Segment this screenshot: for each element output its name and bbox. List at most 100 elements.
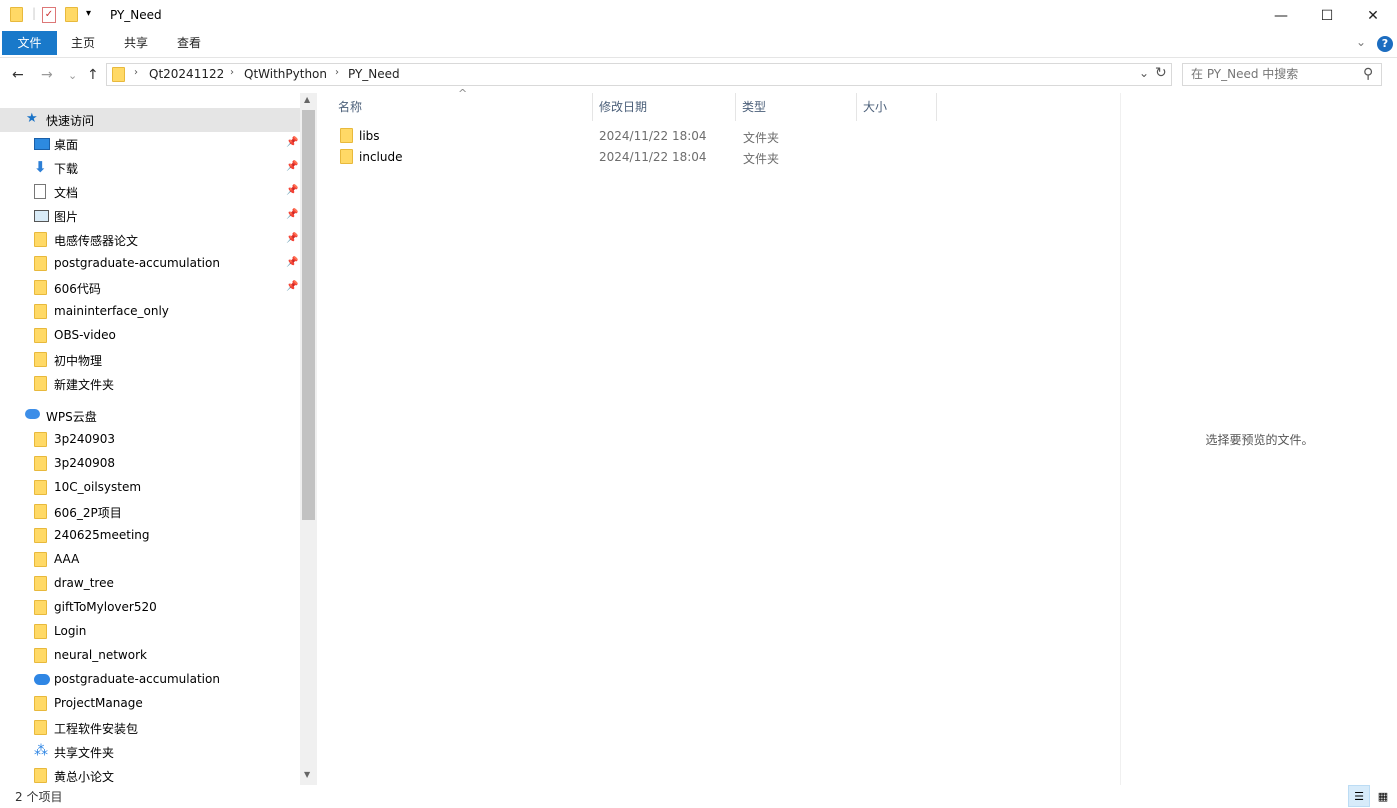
folder-icon <box>34 600 47 615</box>
sidebar-item-label: 工程软件安装包 <box>54 722 139 736</box>
file-row[interactable]: libs 2024/11/22 18:04 文件夹 <box>317 126 1117 147</box>
details-view-button[interactable]: ☰ <box>1348 785 1370 807</box>
sidebar-item[interactable]: 桌面 📌 <box>0 132 300 156</box>
column-type[interactable]: 类型 <box>742 98 766 115</box>
back-button[interactable]: ← <box>12 67 24 83</box>
sidebar-item[interactable]: 文档 📌 <box>0 180 300 204</box>
sidebar-item[interactable]: neural_network <box>0 644 300 668</box>
minimize-button[interactable]: — <box>1258 0 1304 31</box>
folder-icon <box>34 552 47 567</box>
file-list: ^ 名称 修改日期 类型 大小 libs 2024/11/22 18:04 文件… <box>317 87 1120 785</box>
search-input[interactable] <box>1191 67 1351 81</box>
sidebar-item[interactable]: 电感传感器论文 📌 <box>0 228 300 252</box>
sidebar-item[interactable]: Login <box>0 620 300 644</box>
properties-icon[interactable]: ✓ <box>42 7 56 23</box>
column-divider[interactable] <box>592 93 593 121</box>
large-icons-view-button[interactable]: ▦ <box>1372 785 1394 807</box>
sidebar-item[interactable]: postgraduate-accumulation <box>0 668 300 692</box>
column-name[interactable]: 名称 <box>338 98 362 115</box>
breadcrumb-py-need[interactable]: PY_Need <box>348 67 400 81</box>
address-bar[interactable]: › Qt20241122 › QtWithPython › PY_Need ⌄ … <box>106 63 1172 86</box>
pin-icon: 📌 <box>286 233 299 244</box>
sidebar-item[interactable]: 10C_oilsystem <box>0 476 300 500</box>
sidebar-item[interactable]: 新建文件夹 <box>0 372 300 396</box>
sidebar-item-label: 3p240908 <box>54 456 116 470</box>
scroll-up-icon[interactable]: ▲ <box>304 95 310 104</box>
customize-toolbar-icon[interactable]: ▾ <box>86 8 91 19</box>
column-date[interactable]: 修改日期 <box>599 98 647 115</box>
file-type: 文件夹 <box>743 131 780 145</box>
sidebar-item[interactable]: ProjectManage <box>0 692 300 716</box>
column-divider[interactable] <box>856 93 857 121</box>
up-button[interactable]: ↑ <box>87 67 99 83</box>
folder-icon <box>34 504 47 519</box>
search-box[interactable]: ⚲ <box>1182 63 1382 86</box>
breadcrumb-separator[interactable]: › <box>230 67 234 78</box>
sidebar-item[interactable]: draw_tree <box>0 572 300 596</box>
breadcrumb-separator[interactable]: › <box>134 67 138 78</box>
column-divider[interactable] <box>735 93 736 121</box>
sidebar-item[interactable]: 初中物理 <box>0 348 300 372</box>
desktop-icon <box>34 138 50 150</box>
column-size[interactable]: 大小 <box>863 98 887 115</box>
breadcrumb-qt20241122[interactable]: Qt20241122 <box>149 67 224 81</box>
folder-icon <box>34 328 47 343</box>
sidebar-item-label: 文档 <box>54 186 79 200</box>
folder-icon <box>34 352 47 367</box>
sidebar-item-label: 初中物理 <box>54 354 103 368</box>
sidebar-item[interactable]: 工程软件安装包 <box>0 716 300 740</box>
sidebar-item-label: 共享文件夹 <box>54 746 115 760</box>
sidebar-item[interactable]: postgraduate-accumulation 📌 <box>0 252 300 276</box>
search-icon[interactable]: ⚲ <box>1363 66 1373 82</box>
sidebar-item[interactable]: 606代码 📌 <box>0 276 300 300</box>
help-icon[interactable]: ? <box>1377 36 1393 52</box>
download-icon: ⬇ <box>34 158 47 176</box>
sidebar-item-label: neural_network <box>54 648 147 662</box>
tab-file[interactable]: 文件 <box>2 31 57 55</box>
tab-share[interactable]: 共享 <box>115 31 157 55</box>
sidebar-item-label: 606_2P项目 <box>54 506 122 520</box>
sidebar-item[interactable]: 606_2P项目 <box>0 500 300 524</box>
sidebar-item-label: 快速访问 <box>46 114 95 128</box>
pin-icon: 📌 <box>286 185 299 196</box>
close-button[interactable]: ✕ <box>1350 0 1396 31</box>
maximize-button[interactable]: ☐ <box>1304 0 1350 31</box>
sidebar-item[interactable]: maininterface_only <box>0 300 300 324</box>
folder-icon <box>340 149 353 164</box>
sidebar-quick-access[interactable]: ★ 快速访问 <box>0 108 300 132</box>
sidebar-item[interactable]: 3p240908 <box>0 452 300 476</box>
sidebar-wps-cloud[interactable]: WPS云盘 <box>0 404 300 428</box>
file-row[interactable]: include 2024/11/22 18:04 文件夹 <box>317 147 1117 168</box>
sidebar-item[interactable]: OBS-video <box>0 324 300 348</box>
sidebar-scrollbar[interactable]: ▲ ▼ <box>300 93 317 785</box>
sidebar-item-label: 桌面 <box>54 138 79 152</box>
forward-button[interactable]: → <box>41 67 53 83</box>
sidebar-item[interactable]: 黄总小论文 <box>0 764 300 785</box>
preview-message: 选择要预览的文件。 <box>1205 433 1314 447</box>
recent-locations-icon[interactable]: ⌄ <box>68 69 77 82</box>
expand-ribbon-icon[interactable]: ⌄ <box>1356 35 1366 49</box>
scroll-down-icon[interactable]: ▼ <box>304 770 310 779</box>
sidebar-item[interactable]: ⬇ 下载 📌 <box>0 156 300 180</box>
column-divider[interactable] <box>936 93 937 121</box>
breadcrumb-separator[interactable]: › <box>335 67 339 78</box>
divider: | <box>32 6 37 20</box>
sidebar-item[interactable]: AAA <box>0 548 300 572</box>
tab-home[interactable]: 主页 <box>62 31 104 55</box>
sidebar-item[interactable]: giftToMylover520 <box>0 596 300 620</box>
folder-icon <box>34 256 47 271</box>
new-folder-icon[interactable] <box>65 7 78 22</box>
file-name: libs <box>359 129 380 143</box>
sidebar-item[interactable]: 3p240903 <box>0 428 300 452</box>
sidebar-item[interactable]: 240625meeting <box>0 524 300 548</box>
address-dropdown-icon[interactable]: ⌄ <box>1139 66 1149 80</box>
scrollbar-thumb[interactable] <box>302 110 315 520</box>
folder-icon <box>34 432 47 447</box>
refresh-icon[interactable]: ↻ <box>1155 65 1167 81</box>
folder-icon <box>34 304 47 319</box>
sidebar-item[interactable]: ⁂ 共享文件夹 <box>0 740 300 764</box>
sidebar-item[interactable]: 图片 📌 <box>0 204 300 228</box>
tab-view[interactable]: 查看 <box>168 31 210 55</box>
sidebar-item-label: 下载 <box>54 162 79 176</box>
breadcrumb-qtwithpython[interactable]: QtWithPython <box>244 67 327 81</box>
